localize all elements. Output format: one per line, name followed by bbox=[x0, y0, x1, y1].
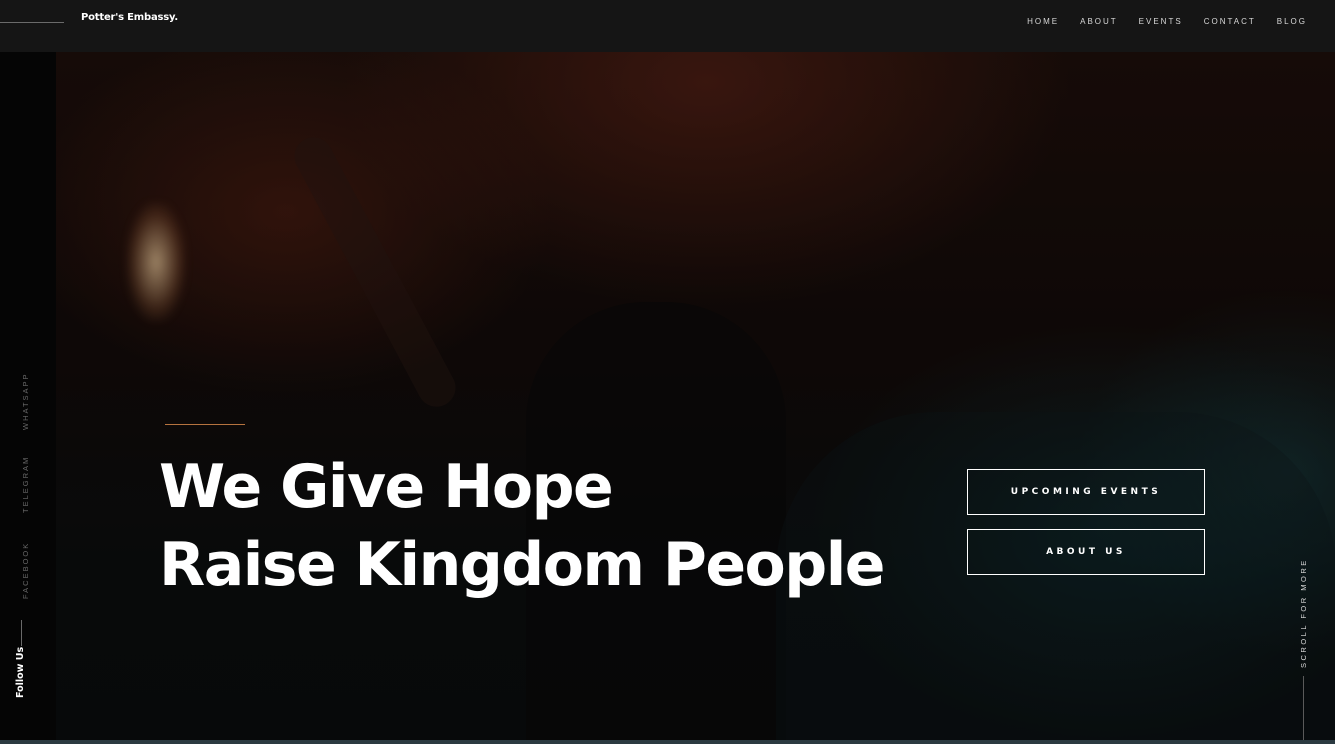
headline-line-2: Raise Kingdom People bbox=[159, 530, 885, 600]
nav-events-link[interactable]: EVENTS bbox=[1139, 17, 1183, 26]
hero-dark-overlay bbox=[56, 52, 1335, 740]
nav-about-link[interactable]: ABOUT bbox=[1080, 17, 1118, 26]
about-us-button[interactable]: ABOUT US bbox=[967, 529, 1205, 575]
main-nav: HOME ABOUT EVENTS CONTACT BLOG bbox=[1006, 17, 1307, 26]
top-navigation-bar: Potter's Embassy. HOME ABOUT EVENTS CONT… bbox=[0, 0, 1335, 52]
scroll-indicator-line bbox=[1303, 676, 1304, 740]
whatsapp-link[interactable]: WHATSAPP bbox=[21, 372, 30, 430]
headline-line-1: We Give Hope bbox=[159, 452, 614, 522]
social-rail: WHATSAPP TELEGRAM FACEBOOK Follow Us bbox=[0, 52, 56, 744]
scroll-for-more-label[interactable]: SCROLL FOR MORE bbox=[1299, 558, 1308, 668]
telegram-link[interactable]: TELEGRAM bbox=[21, 456, 30, 513]
hero-headline: We Give Hope Raise Kingdom People bbox=[159, 448, 885, 604]
upcoming-events-button[interactable]: UPCOMING EVENTS bbox=[967, 469, 1205, 515]
follow-us-label: Follow Us bbox=[15, 646, 26, 698]
hero-background-image bbox=[56, 52, 1335, 740]
nav-home-link[interactable]: HOME bbox=[1027, 17, 1059, 26]
follow-divider bbox=[21, 620, 22, 646]
nav-blog-link[interactable]: BLOG bbox=[1277, 17, 1307, 26]
facebook-link[interactable]: FACEBOOK bbox=[21, 542, 30, 599]
nav-contact-link[interactable]: CONTACT bbox=[1204, 17, 1256, 26]
headline-accent-line bbox=[165, 424, 245, 425]
site-logo[interactable]: Potter's Embassy. bbox=[81, 12, 178, 23]
menu-line-decoration bbox=[0, 22, 64, 23]
bottom-edge-strip bbox=[0, 740, 1335, 744]
social-links: WHATSAPP TELEGRAM FACEBOOK Follow Us bbox=[0, 52, 56, 744]
